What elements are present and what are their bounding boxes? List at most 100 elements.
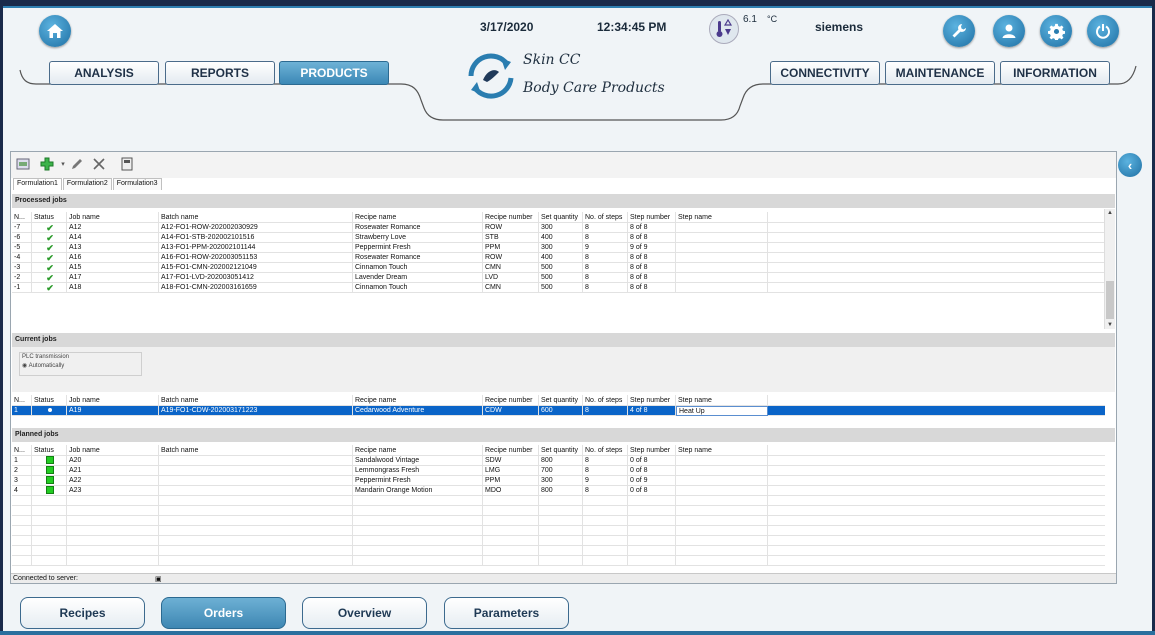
empty-cell [353, 536, 483, 546]
cell-set-quantity: 600 [539, 406, 583, 416]
planned-jobs-table: N... Status Job name Batch name Recipe name R… [12, 445, 1105, 566]
cell-batch-name: A14-FO1-STB-202002101516 [159, 233, 353, 243]
column-header[interactable]: Step name [676, 445, 768, 456]
planned-jobs-header: Planned jobs [12, 428, 1115, 442]
recipes-button[interactable]: Recipes [20, 597, 145, 629]
checkmark-icon: ✔ [46, 263, 54, 273]
table-row[interactable]: -2 ✔ A17 A17-FO1-LVD-202003051412 Lavender D… [12, 273, 1105, 283]
table-row[interactable]: -5 ✔ A13 A13-FO1-PPM-202002101144 Peppermint… [12, 243, 1105, 253]
empty-cell [539, 536, 583, 546]
column-header[interactable]: Job name [67, 395, 159, 406]
subtab-formulation3[interactable]: Formulation3 [112, 178, 162, 190]
column-header[interactable]: No. of steps [583, 445, 628, 456]
empty-cell [67, 556, 159, 566]
column-header[interactable]: Recipe number [483, 445, 539, 456]
column-header[interactable]: Step number [628, 212, 676, 223]
empty-cell [628, 496, 676, 506]
import-icon[interactable] [15, 156, 31, 172]
overview-button[interactable]: Overview [302, 597, 427, 629]
cell-recipe-number: PPM [483, 476, 539, 486]
column-header[interactable]: No. of steps [583, 212, 628, 223]
plc-radio[interactable]: ◉ Automatically [22, 362, 64, 369]
cell-number: 4 [12, 486, 32, 496]
table-row[interactable]: -3 ✔ A15 A15-FO1-CMN-202002121049 Cinnamon T… [12, 263, 1105, 273]
cell-set-quantity: 800 [539, 456, 583, 466]
column-header[interactable]: Job name [67, 212, 159, 223]
table-row[interactable]: 1 A20 Sandalwood Vintage SDW 800 8 0 of 8 [12, 456, 1105, 466]
parameters-button[interactable]: Parameters [444, 597, 569, 629]
tab-analysis[interactable]: ANALYSIS [49, 61, 159, 85]
table-row[interactable]: 1 A19 A19-FO1-CDW-202003171223 Cedarwood Ad… [12, 406, 1105, 416]
column-header[interactable]: Recipe name [353, 395, 483, 406]
scroll-thumb[interactable] [1106, 281, 1114, 319]
tab-information[interactable]: INFORMATION [1000, 61, 1110, 85]
scroll-down-icon[interactable]: ▼ [1107, 322, 1113, 328]
cell-step-name [676, 476, 768, 486]
column-header[interactable]: N... [12, 445, 32, 456]
table-row[interactable]: 4 A23 Mandarin Orange Motion MDO 800 8 0 of 8 [12, 486, 1105, 496]
cell-status: ✔ [32, 263, 67, 273]
cell-steps: 8 [583, 263, 628, 273]
empty-cell [583, 556, 628, 566]
cell-status: ✔ [32, 223, 67, 233]
edit-icon[interactable] [69, 156, 85, 172]
calculator-icon[interactable] [119, 156, 135, 172]
cell-number: -3 [12, 263, 32, 273]
add-icon[interactable] [39, 156, 55, 172]
scroll-up-icon[interactable]: ▲ [1107, 210, 1113, 216]
table-row[interactable]: 2 A21 Lemmongrass Fresh LMG 700 8 0 of 8 [12, 466, 1105, 476]
column-header[interactable]: N... [12, 395, 32, 406]
cell-set-quantity: 500 [539, 263, 583, 273]
server-icon: ▣ [155, 576, 162, 583]
table-row[interactable]: -6 ✔ A14 A14-FO1-STB-202002101516 Strawberry… [12, 233, 1105, 243]
cell-step-name [676, 486, 768, 496]
column-header[interactable]: Set quantity [539, 395, 583, 406]
plc-title: PLC transmission [22, 354, 70, 360]
column-header[interactable]: Recipe name [353, 445, 483, 456]
column-header[interactable]: Step number [628, 445, 676, 456]
tab-maintenance[interactable]: MAINTENANCE [885, 61, 995, 85]
current-jobs-area [12, 347, 1115, 392]
cell-job-name: A18 [67, 283, 159, 293]
column-header[interactable]: Status [32, 212, 67, 223]
delete-icon[interactable] [91, 156, 107, 172]
cell-number: -2 [12, 273, 32, 283]
column-header[interactable]: Recipe number [483, 395, 539, 406]
cell-batch-name: A13-FO1-PPM-202002101144 [159, 243, 353, 253]
column-header[interactable]: Step name [676, 212, 768, 223]
cell-step-number: 8 of 8 [628, 273, 676, 283]
orders-button[interactable]: Orders [161, 597, 286, 629]
table-row[interactable]: -4 ✔ A16 A16-FO1-ROW-202003051153 Rosewater … [12, 253, 1105, 263]
column-header[interactable]: Step number [628, 395, 676, 406]
tab-reports[interactable]: REPORTS [165, 61, 275, 85]
empty-cell [32, 536, 67, 546]
column-header[interactable]: Set quantity [539, 212, 583, 223]
column-header[interactable]: Recipe name [353, 212, 483, 223]
collapse-button[interactable]: ‹ [1118, 153, 1142, 177]
column-header[interactable]: Set quantity [539, 445, 583, 456]
cell-steps: 8 [583, 223, 628, 233]
column-header[interactable]: Batch name [159, 395, 353, 406]
column-header[interactable]: N... [12, 212, 32, 223]
table-row[interactable]: 3 A22 Peppermint Fresh PPM 300 9 0 of 9 [12, 476, 1105, 486]
empty-row [12, 516, 1105, 526]
cell-steps: 8 [583, 406, 628, 416]
table-row[interactable]: -7 ✔ A12 A12-FO1-ROW-202002030929 Rosewater … [12, 223, 1105, 233]
column-header[interactable]: Job name [67, 445, 159, 456]
column-header[interactable]: Recipe number [483, 212, 539, 223]
column-header[interactable]: No. of steps [583, 395, 628, 406]
tab-connectivity[interactable]: CONNECTIVITY [770, 61, 880, 85]
subtab-formulation1[interactable]: Formulation1 [13, 178, 62, 190]
subtab-formulation2[interactable]: Formulation2 [62, 178, 112, 190]
tab-products[interactable]: PRODUCTS [279, 61, 389, 85]
processed-scrollbar[interactable]: ▲ ▼ [1104, 209, 1115, 329]
cell-step-name [676, 466, 768, 476]
logo-emblem [468, 53, 514, 99]
table-row[interactable]: -1 ✔ A18 A18-FO1-CMN-202003161659 Cinnamon T… [12, 283, 1105, 293]
cell-status: ✔ [32, 243, 67, 253]
column-header[interactable]: Batch name [159, 445, 353, 456]
column-header[interactable]: Status [32, 445, 67, 456]
column-header[interactable]: Batch name [159, 212, 353, 223]
column-header[interactable]: Status [32, 395, 67, 406]
column-header[interactable]: Step name [676, 395, 768, 406]
